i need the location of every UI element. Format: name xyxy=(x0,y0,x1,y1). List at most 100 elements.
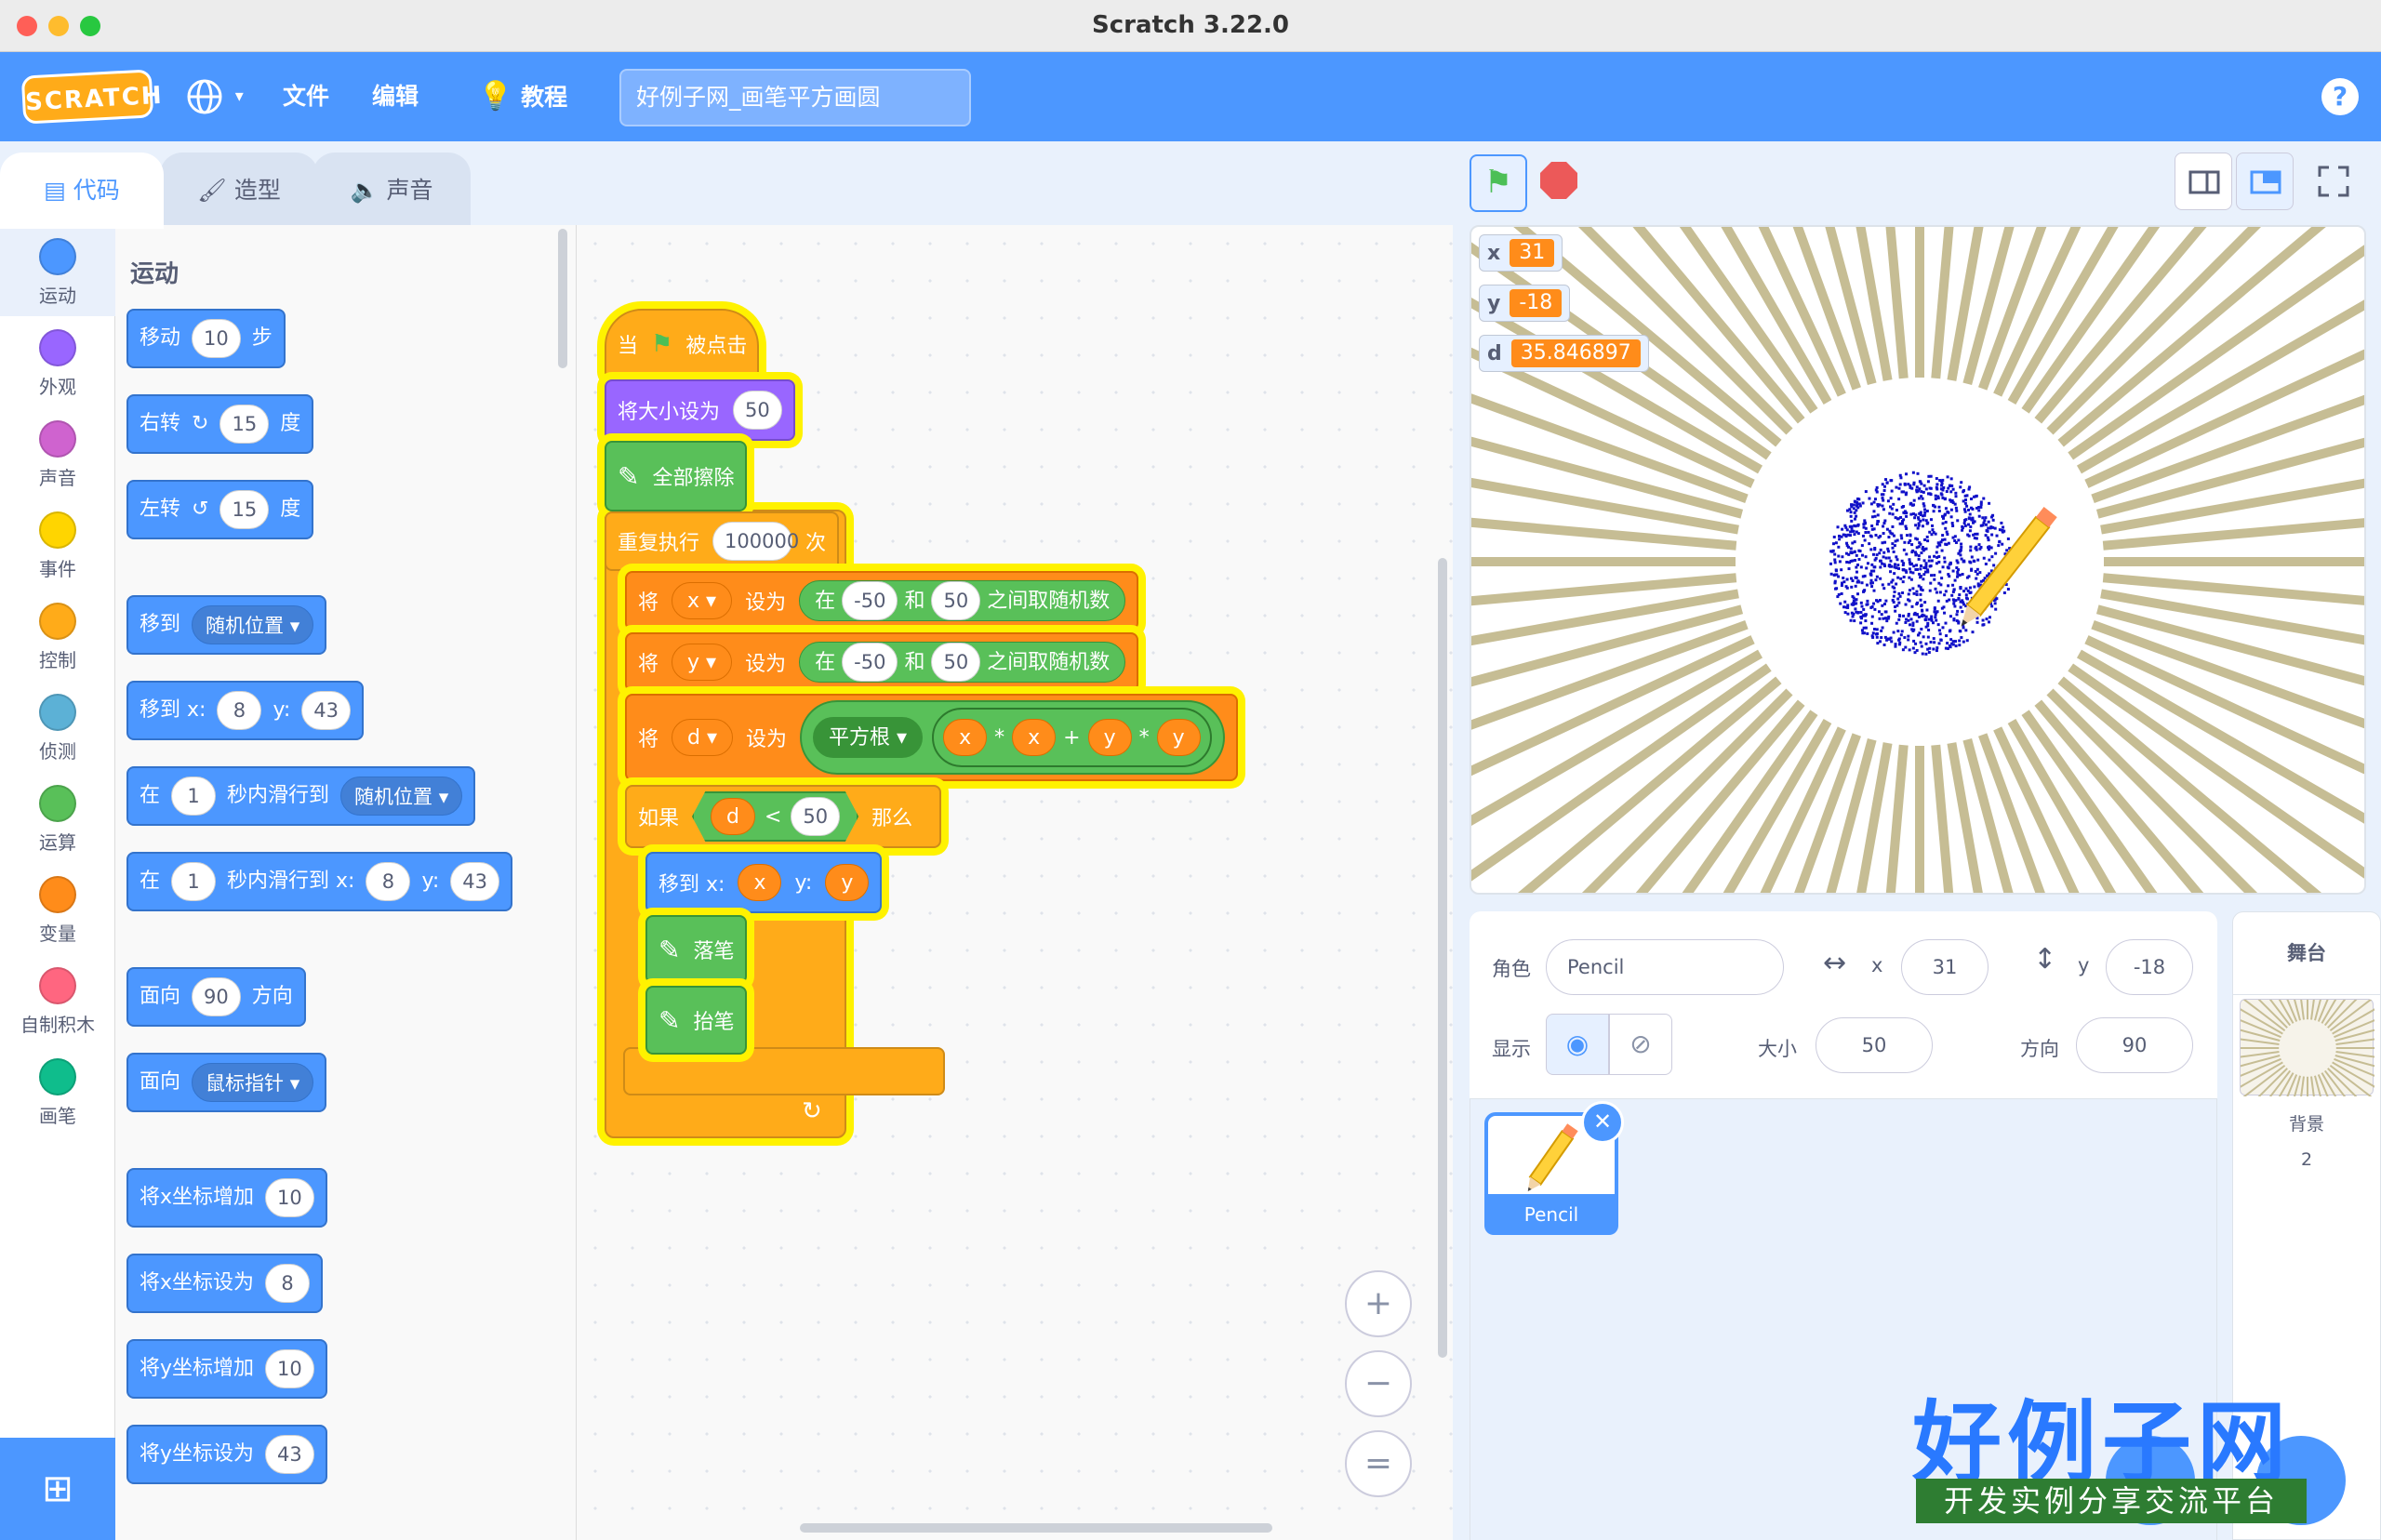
goto-target-dropdown[interactable]: 随机位置 xyxy=(192,605,314,644)
edit-menu[interactable]: 编辑 xyxy=(372,76,419,117)
random-max-input[interactable]: 50 xyxy=(931,581,981,620)
variable-y-reporter[interactable]: y xyxy=(1156,719,1201,756)
green-flag-button[interactable]: ⚑ xyxy=(1470,154,1527,212)
variable-monitor-d[interactable]: d 35.846897 xyxy=(1479,335,1649,372)
workspace-horizontal-scrollbar[interactable] xyxy=(800,1523,1272,1533)
if-then-block[interactable]: 如果 d < 50 那么 xyxy=(625,785,941,848)
math-function-dropdown[interactable]: 平方根 ▾ xyxy=(813,717,924,758)
y-input[interactable]: 43 xyxy=(450,862,500,901)
value-input[interactable]: 43 xyxy=(265,1435,314,1474)
variable-x-reporter[interactable]: x xyxy=(738,864,782,901)
show-sprite-button[interactable]: ◉ xyxy=(1546,1014,1609,1075)
random-min-input[interactable]: -50 xyxy=(842,581,898,620)
x-input[interactable]: 8 xyxy=(366,862,411,901)
block-point-towards[interactable]: 面向 鼠标指针 xyxy=(126,1053,327,1112)
category-5[interactable]: 侦测 xyxy=(0,683,115,774)
stage-canvas[interactable] xyxy=(1470,225,2366,895)
variable-x-reporter[interactable]: x xyxy=(943,719,988,756)
category-2[interactable]: 声音 xyxy=(0,409,115,500)
stop-button[interactable] xyxy=(1540,162,1577,199)
variable-monitor-x[interactable]: x 31 xyxy=(1479,234,1563,272)
category-7[interactable]: 变量 xyxy=(0,865,115,956)
y-input[interactable]: 43 xyxy=(301,691,352,730)
value-input[interactable]: 10 xyxy=(265,1349,314,1388)
sqrt-operator[interactable]: 平方根 ▾ x * x + y * y xyxy=(800,700,1225,775)
when-flag-clicked-block[interactable]: 当 ⚑ 被点击 xyxy=(605,309,759,379)
category-6[interactable]: 运算 xyxy=(0,774,115,865)
block-move-steps[interactable]: 移动 10 步 xyxy=(126,309,286,368)
sprite-name-input[interactable]: Pencil xyxy=(1546,939,1784,995)
x-input[interactable]: 8 xyxy=(217,691,262,730)
stage-thumbnail[interactable] xyxy=(2177,918,2381,1178)
steps-input[interactable]: 10 xyxy=(192,319,241,358)
sprite-direction-input[interactable]: 90 xyxy=(2076,1017,2193,1073)
seconds-input[interactable]: 1 xyxy=(171,862,217,901)
block-glide-xy[interactable]: 在 1 秒内滑行到 x: 8 y: 43 xyxy=(126,852,513,911)
file-menu[interactable]: 文件 xyxy=(283,76,329,117)
seconds-input[interactable]: 1 xyxy=(171,777,217,816)
degrees-input[interactable]: 15 xyxy=(219,490,270,529)
pen-clear-block[interactable]: ✎ 全部擦除 xyxy=(605,441,748,511)
random-max-input[interactable]: 50 xyxy=(931,643,981,682)
delete-sprite-button[interactable]: ✕ xyxy=(1581,1101,1624,1144)
zoom-reset-button[interactable]: = xyxy=(1345,1430,1412,1497)
sprite-x-input[interactable]: 31 xyxy=(1901,939,1989,995)
direction-input[interactable]: 90 xyxy=(192,977,241,1016)
tutorials-menu[interactable]: 💡 教程 xyxy=(478,76,567,117)
project-title-input[interactable]: 好例子网_画笔平方画圆 xyxy=(619,69,971,126)
tab-sounds[interactable]: 🔈 声音 xyxy=(313,153,471,229)
block-goto-xy[interactable]: 移到 x: 8 y: 43 xyxy=(126,681,365,740)
block-glide-to[interactable]: 在 1 秒内滑行到 随机位置 xyxy=(126,766,476,826)
large-stage-button[interactable] xyxy=(2236,153,2294,210)
variable-monitor-y[interactable]: y -18 xyxy=(1479,285,1571,322)
set-variable-y-block[interactable]: 将 y ▾ 设为 在 -50 和 50 之间取随机数 xyxy=(625,632,1139,692)
degrees-input[interactable]: 15 xyxy=(219,405,270,444)
size-input[interactable]: 50 xyxy=(733,391,782,430)
tab-code[interactable]: ▤ 代码 xyxy=(0,153,164,229)
small-stage-button[interactable] xyxy=(2175,153,2232,210)
variable-y-reporter[interactable]: y xyxy=(1087,719,1132,756)
less-than-operator[interactable]: d < 50 xyxy=(692,791,859,842)
category-3[interactable]: 事件 xyxy=(0,500,115,591)
hide-sprite-button[interactable]: ⊘ xyxy=(1609,1014,1672,1075)
block-goto[interactable]: 移到 随机位置 xyxy=(126,595,327,655)
set-variable-d-block[interactable]: 将 d ▾ 设为 平方根 ▾ x * x + y * y xyxy=(625,694,1238,781)
block-turn-right[interactable]: 右转 ↻ 15 度 xyxy=(126,394,314,454)
random-operator[interactable]: 在 -50 和 50 之间取随机数 xyxy=(799,642,1126,683)
workspace-vertical-scrollbar[interactable] xyxy=(1438,558,1447,1358)
random-min-input[interactable]: -50 xyxy=(842,643,898,682)
sprite-size-input[interactable]: 50 xyxy=(1816,1017,1933,1073)
towards-dropdown[interactable]: 鼠标指针 xyxy=(192,1063,314,1102)
add-extension-button[interactable]: ⊞ xyxy=(0,1438,115,1540)
zoom-out-button[interactable]: − xyxy=(1345,1350,1412,1417)
category-9[interactable]: 画笔 xyxy=(0,1047,115,1138)
category-0[interactable]: 运动 xyxy=(0,227,115,318)
category-4[interactable]: 控制 xyxy=(0,591,115,683)
pen-down-block[interactable]: ✎ 落笔 xyxy=(645,915,748,984)
repeat-block[interactable]: 重复执行 100000 次 xyxy=(605,511,839,571)
value-input[interactable]: 8 xyxy=(265,1264,311,1303)
variable-dropdown[interactable]: y ▾ xyxy=(672,644,733,681)
language-menu[interactable]: ▾ xyxy=(186,76,244,117)
block-point-direction[interactable]: 面向 90 方向 xyxy=(126,967,306,1027)
block-set-x[interactable]: 将x坐标设为 8 xyxy=(126,1254,324,1313)
category-1[interactable]: 外观 xyxy=(0,318,115,409)
category-8[interactable]: 自制积木 xyxy=(0,956,115,1047)
glide-target-dropdown[interactable]: 随机位置 xyxy=(340,777,463,816)
block-change-x[interactable]: 将x坐标增加 10 xyxy=(126,1168,327,1228)
set-variable-x-block[interactable]: 将 x ▾ 设为 在 -50 和 50 之间取随机数 xyxy=(625,571,1139,631)
set-size-block[interactable]: 将大小设为 50 xyxy=(605,379,795,441)
variable-dropdown[interactable]: x ▾ xyxy=(672,582,733,619)
random-operator[interactable]: 在 -50 和 50 之间取随机数 xyxy=(799,580,1126,621)
variable-dropdown[interactable]: d ▾ xyxy=(672,719,734,756)
variable-x-reporter[interactable]: x xyxy=(1012,719,1057,756)
value-input[interactable]: 10 xyxy=(265,1178,314,1217)
repeat-count-input[interactable]: 100000 xyxy=(712,522,799,561)
scratch-logo[interactable]: SCRATCH xyxy=(20,69,164,125)
add-operator[interactable]: x * x + y * y xyxy=(932,708,1212,767)
tab-costumes[interactable]: 🖌 造型 xyxy=(160,153,318,229)
block-set-y[interactable]: 将y坐标设为 43 xyxy=(126,1425,327,1484)
block-turn-left[interactable]: 左转 ↺ 15 度 xyxy=(126,480,314,539)
variable-d-reporter[interactable]: d xyxy=(711,798,755,835)
palette-scrollbar[interactable] xyxy=(558,229,567,368)
